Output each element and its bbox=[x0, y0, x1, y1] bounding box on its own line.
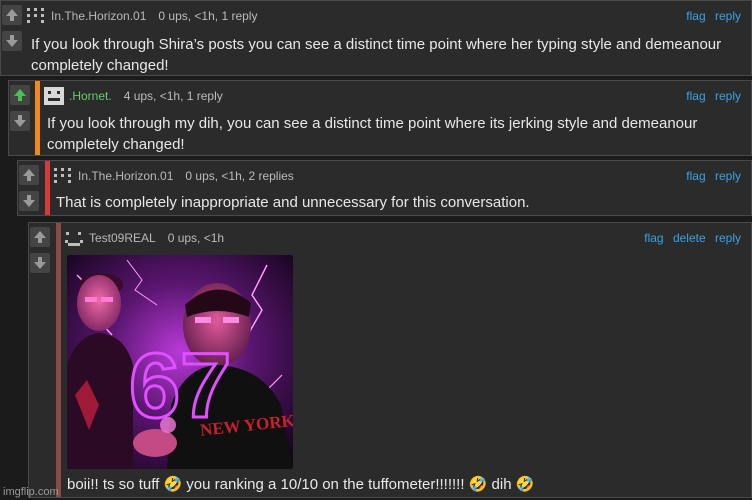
meme-number-text: 67 bbox=[129, 335, 231, 437]
comment-body: .Hornet. 4 ups, <1h, 1 reply flag reply … bbox=[43, 81, 751, 155]
delete-link[interactable]: delete bbox=[673, 231, 706, 245]
comment: In.The.Horizon.01 0 ups, <1h, 1 reply fl… bbox=[0, 0, 752, 76]
upvote-button[interactable] bbox=[19, 165, 39, 185]
comment-meta: 0 ups, <1h bbox=[167, 231, 225, 245]
arrow-down-icon bbox=[6, 35, 18, 47]
vote-column bbox=[18, 161, 40, 217]
vote-column bbox=[29, 223, 51, 279]
comment-header: In.The.Horizon.01 0 ups, <1h, 2 replies … bbox=[52, 167, 741, 185]
username[interactable]: In.The.Horizon.01 bbox=[78, 169, 173, 183]
comment-meta: 4 ups, <1h, 1 reply bbox=[123, 89, 223, 103]
vote-column bbox=[1, 1, 23, 57]
flag-link[interactable]: flag bbox=[686, 9, 705, 23]
arrow-up-icon bbox=[6, 9, 18, 21]
upvote-button[interactable] bbox=[2, 5, 22, 25]
comment-body: Test09REAL 0 ups, <1h flag delete reply bbox=[63, 223, 751, 497]
thread-bar bbox=[45, 161, 50, 215]
meme-image[interactable]: NEW YORK 67 bbox=[67, 255, 293, 469]
username[interactable]: .Hornet. bbox=[69, 89, 112, 103]
comment-actions: flag reply bbox=[680, 89, 741, 103]
avatar-icon[interactable] bbox=[25, 7, 47, 25]
arrow-up-icon bbox=[23, 169, 35, 181]
comment-text: That is completely inappropriate and unn… bbox=[56, 194, 530, 211]
reply-link[interactable]: reply bbox=[715, 9, 741, 23]
comment-header: .Hornet. 4 ups, <1h, 1 reply flag reply bbox=[43, 87, 741, 105]
comment-body: In.The.Horizon.01 0 ups, <1h, 1 reply fl… bbox=[25, 1, 751, 75]
comment-meta: 0 ups, <1h, 1 reply bbox=[158, 9, 258, 23]
avatar-icon[interactable] bbox=[63, 229, 85, 247]
comment-actions: flag reply bbox=[680, 9, 741, 23]
avatar-icon[interactable] bbox=[52, 167, 74, 185]
avatar-icon[interactable] bbox=[43, 87, 65, 105]
arrow-down-icon bbox=[14, 115, 26, 127]
upvote-button[interactable] bbox=[10, 85, 30, 105]
reply-link[interactable]: reply bbox=[715, 89, 741, 103]
flag-link[interactable]: flag bbox=[686, 169, 705, 183]
comment-meta: 0 ups, <1h, 2 replies bbox=[185, 169, 294, 183]
downvote-button[interactable] bbox=[19, 191, 39, 211]
comment: Test09REAL 0 ups, <1h flag delete reply bbox=[28, 222, 752, 498]
downvote-button[interactable] bbox=[2, 31, 22, 51]
arrow-down-icon bbox=[23, 195, 35, 207]
username[interactable]: In.The.Horizon.01 bbox=[51, 9, 146, 23]
arrow-up-icon bbox=[14, 89, 26, 101]
comment-header: In.The.Horizon.01 0 ups, <1h, 1 reply fl… bbox=[25, 7, 741, 25]
arrow-down-icon bbox=[34, 257, 46, 269]
comment-body: In.The.Horizon.01 0 ups, <1h, 2 replies … bbox=[52, 161, 751, 215]
upvote-button[interactable] bbox=[30, 227, 50, 247]
thread-bar bbox=[56, 223, 61, 497]
flag-link[interactable]: flag bbox=[686, 89, 705, 103]
comment-text: If you look through my dih, you can see … bbox=[47, 115, 698, 153]
vote-column bbox=[9, 81, 31, 137]
comment-text: boii!! ts so tuff 🤣 you ranking a 10/10 … bbox=[67, 476, 535, 493]
comment: .Hornet. 4 ups, <1h, 1 reply flag reply … bbox=[8, 80, 752, 156]
downvote-button[interactable] bbox=[10, 111, 30, 131]
thread-bar bbox=[35, 81, 40, 155]
watermark: imgflip.com bbox=[3, 486, 59, 498]
comment-text: If you look through Shira’s posts you ca… bbox=[31, 36, 722, 74]
reply-link[interactable]: reply bbox=[715, 231, 741, 245]
comment-actions: flag reply bbox=[680, 169, 741, 183]
flag-link[interactable]: flag bbox=[644, 231, 663, 245]
reply-link[interactable]: reply bbox=[715, 169, 741, 183]
comment-actions: flag delete reply bbox=[638, 231, 741, 245]
username[interactable]: Test09REAL bbox=[89, 231, 156, 245]
downvote-button[interactable] bbox=[30, 253, 50, 273]
comment-header: Test09REAL 0 ups, <1h flag delete reply bbox=[63, 229, 741, 247]
arrow-up-icon bbox=[34, 231, 46, 243]
comment: In.The.Horizon.01 0 ups, <1h, 2 replies … bbox=[17, 160, 752, 216]
